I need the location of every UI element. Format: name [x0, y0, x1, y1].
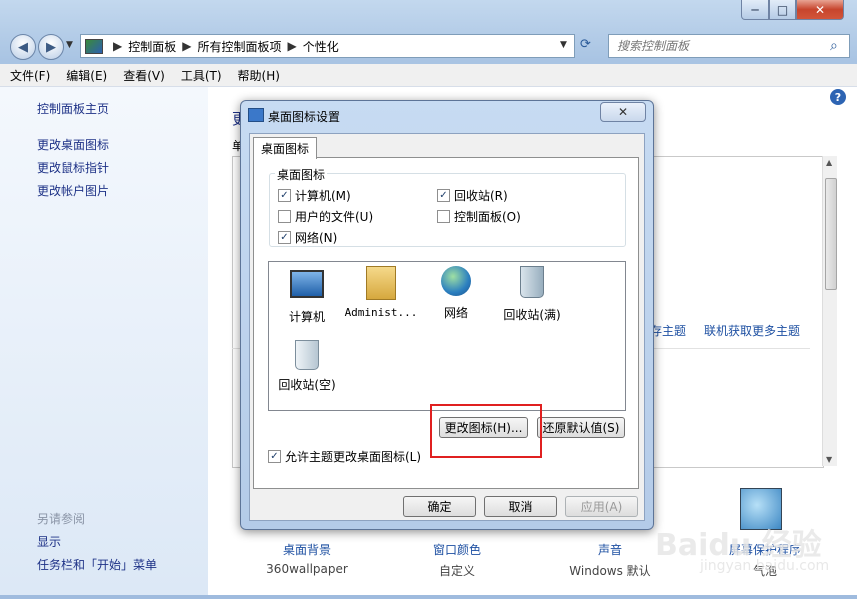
forward-button[interactable]: ▶ — [38, 34, 64, 60]
sidebar: 控制面板主页 更改桌面图标 更改鼠标指针 更改帐户图片 另请参阅 显示 任务栏和… — [0, 87, 208, 595]
back-button[interactable]: ◀ — [10, 34, 36, 60]
checkbox-network-label: 网络(N) — [295, 231, 338, 245]
scroll-up-icon[interactable]: ▲ — [826, 158, 832, 167]
sounds-link[interactable]: 声音 — [565, 541, 655, 558]
ok-button[interactable]: 确定 — [403, 496, 476, 517]
icon-item-network[interactable]: 网络 — [416, 266, 496, 321]
checkbox-network[interactable]: ✓ 网络(N) — [278, 229, 337, 246]
icon-item-label: 计算机 — [288, 310, 325, 324]
search-icon[interactable]: ⌕ — [830, 38, 838, 54]
sidebar-change-mouse-pointers[interactable]: 更改鼠标指针 — [37, 159, 109, 176]
checkbox-user-files[interactable]: 用户的文件(U) — [278, 208, 373, 225]
window-controls: ─ □ ✕ — [741, 0, 853, 20]
back-arrow-icon: ◀ — [18, 39, 28, 55]
breadcrumb-chevron-icon[interactable]: ▶ — [113, 39, 122, 53]
breadcrumb-chevron-icon[interactable]: ▶ — [288, 39, 297, 53]
checkbox-recycle-bin-box[interactable]: ✓ — [437, 189, 450, 202]
icon-item-label: Administ... — [344, 306, 418, 319]
breadcrumb-personalization[interactable]: 个性化 — [303, 38, 339, 55]
menu-edit[interactable]: 编辑(E) — [58, 67, 115, 84]
checkbox-user-files-box[interactable] — [278, 210, 291, 223]
icon-item-computer[interactable]: 计算机 — [267, 266, 347, 325]
cancel-button[interactable]: 取消 — [484, 496, 557, 517]
checkbox-recycle-bin[interactable]: ✓ 回收站(R) — [437, 187, 508, 204]
control-panel-icon — [85, 38, 103, 54]
dialog-close-button[interactable]: ✕ — [600, 102, 646, 122]
breadcrumb-chevron-icon[interactable]: ▶ — [182, 39, 191, 53]
icon-item-label: 回收站(满) — [503, 308, 561, 322]
checkbox-computer-label: 计算机(M) — [295, 189, 351, 203]
forward-arrow-icon: ▶ — [46, 39, 56, 55]
get-more-themes-link[interactable]: 联机获取更多主题 — [704, 322, 800, 339]
window-color-link[interactable]: 窗口颜色 — [412, 541, 502, 558]
checkbox-allow-theme-box[interactable]: ✓ — [268, 450, 281, 463]
refresh-icon[interactable]: ⟳ — [580, 37, 591, 52]
recycle-bin-full-icon — [520, 266, 544, 298]
see-also-display[interactable]: 显示 — [37, 533, 61, 550]
theme-list-scrollbar[interactable]: ▲ ▼ — [822, 156, 837, 466]
checkbox-allow-theme-label: 允许主题更改桌面图标(L) — [285, 450, 422, 464]
recent-pages-dropdown-icon[interactable]: ▼ — [66, 40, 73, 50]
dialog-title: 桌面图标设置 — [268, 110, 341, 124]
checkbox-control-panel[interactable]: 控制面板(O) — [437, 208, 521, 225]
maximize-button[interactable]: □ — [769, 0, 796, 20]
network-globe-icon — [441, 266, 471, 296]
icon-item-label: 网络 — [443, 306, 468, 320]
breadcrumb-all-items[interactable]: 所有控制面板项 — [197, 38, 281, 55]
checkbox-control-panel-label: 控制面板(O) — [454, 210, 521, 224]
menu-help[interactable]: 帮助(H) — [230, 67, 288, 84]
window-color-value: 自定义 — [438, 564, 475, 578]
sidebar-control-panel-home[interactable]: 控制面板主页 — [37, 100, 109, 117]
close-button[interactable]: ✕ — [796, 0, 844, 20]
menu-bar: 文件(F) 编辑(E) 查看(V) 工具(T) 帮助(H) — [0, 64, 857, 87]
group-title: 桌面图标 — [275, 166, 328, 183]
see-also-taskbar-start-menu[interactable]: 任务栏和「开始」菜单 — [37, 556, 157, 573]
apply-button[interactable]: 应用(A) — [565, 496, 638, 517]
checkbox-user-files-label: 用户的文件(U) — [295, 210, 374, 224]
checkbox-network-box[interactable]: ✓ — [278, 231, 291, 244]
scroll-down-icon[interactable]: ▼ — [826, 455, 832, 464]
sidebar-change-account-picture[interactable]: 更改帐户图片 — [37, 182, 109, 199]
checkbox-recycle-bin-label: 回收站(R) — [454, 189, 508, 203]
maximize-icon: □ — [776, 2, 789, 17]
icon-item-recycle-bin-full[interactable]: 回收站(满) — [492, 266, 572, 323]
recycle-bin-empty-icon — [295, 340, 319, 370]
checkbox-computer-box[interactable]: ✓ — [278, 189, 291, 202]
desktop-background-link[interactable]: 桌面背景 — [262, 541, 352, 558]
icon-item-label: 回收站(空) — [278, 378, 336, 392]
address-dropdown-icon[interactable]: ▼ — [560, 40, 567, 50]
minimize-icon: ─ — [751, 2, 759, 17]
computer-icon — [290, 270, 324, 298]
save-theme-link[interactable]: 存主题 — [650, 322, 686, 339]
desktop-background-value: 360wallpaper — [266, 562, 348, 576]
close-icon: ✕ — [617, 105, 629, 119]
menu-view[interactable]: 查看(V) — [115, 67, 173, 84]
tab-desktop-icons[interactable]: 桌面图标 — [253, 137, 317, 159]
checkbox-control-panel-box[interactable] — [437, 210, 450, 223]
address-bar[interactable]: ▶ 控制面板 ▶ 所有控制面板项 ▶ 个性化 — [80, 34, 575, 58]
user-folder-icon — [366, 266, 396, 300]
icon-item-user-files[interactable]: Administ... — [341, 266, 421, 319]
sounds-value: Windows 默认 — [569, 564, 651, 578]
highlight-box — [430, 404, 542, 458]
watermark-url: jingyan.baidu.com — [700, 558, 830, 574]
breadcrumb-control-panel[interactable]: 控制面板 — [128, 38, 176, 55]
dialog-window-icon — [248, 108, 264, 122]
help-icon[interactable]: ? — [830, 89, 846, 105]
search-box[interactable]: ⌕ — [608, 34, 850, 58]
minimize-button[interactable]: ─ — [741, 0, 769, 20]
restore-default-button[interactable]: 还原默认值(S) — [537, 417, 625, 438]
close-icon: ✕ — [814, 2, 826, 17]
scrollbar-thumb[interactable] — [825, 178, 837, 290]
checkbox-computer[interactable]: ✓ 计算机(M) — [278, 187, 351, 204]
menu-tools[interactable]: 工具(T) — [173, 67, 230, 84]
see-also-title: 另请参阅 — [37, 512, 86, 526]
icon-item-recycle-bin-empty[interactable]: 回收站(空) — [267, 340, 347, 393]
search-input[interactable] — [615, 38, 824, 54]
checkbox-allow-theme[interactable]: ✓ 允许主题更改桌面图标(L) — [268, 448, 421, 465]
sidebar-change-desktop-icons[interactable]: 更改桌面图标 — [37, 136, 109, 153]
menu-file[interactable]: 文件(F) — [0, 67, 58, 84]
